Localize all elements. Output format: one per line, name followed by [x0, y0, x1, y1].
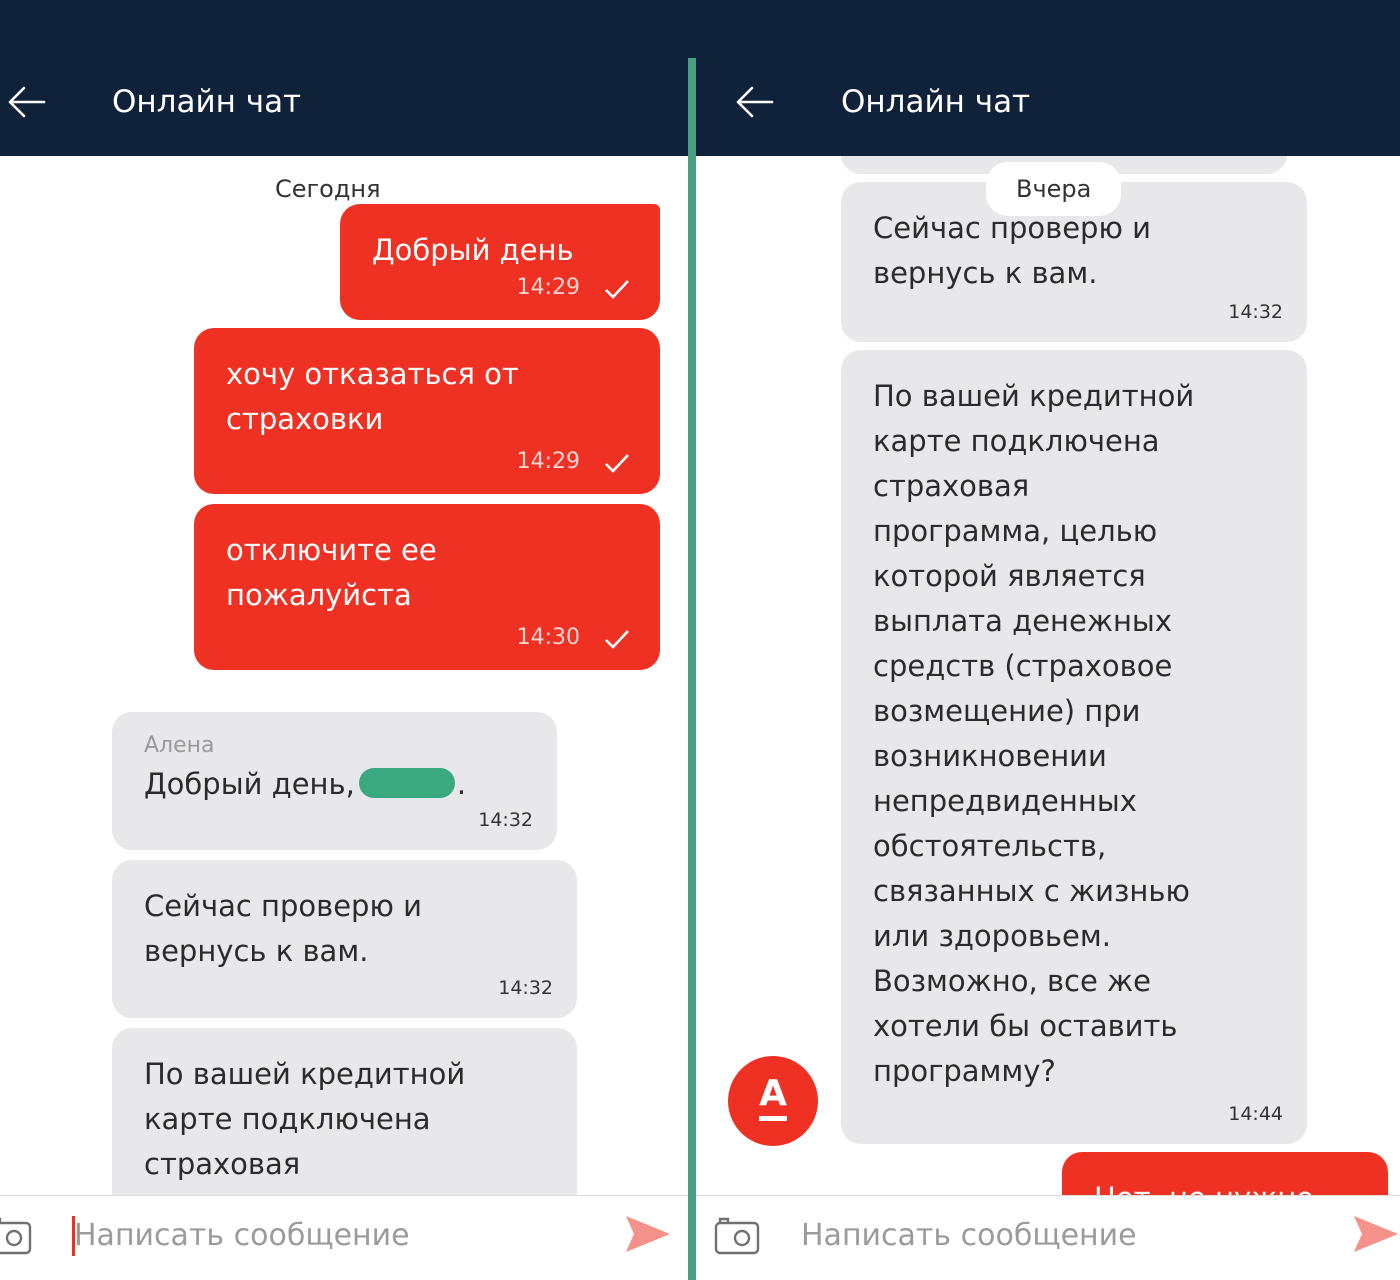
outgoing-message[interactable]: Нет, не нужно: [1062, 1152, 1388, 1196]
panel-divider: [688, 58, 696, 1280]
message-text: отключите ее пожалуйста: [226, 533, 437, 612]
right-chat-screen: Онлайн чат Вчера Сейчас проверю и вернус…: [696, 0, 1400, 1280]
check-icon: [605, 454, 629, 473]
message-text: По вашей кредитной карте подключена стра…: [144, 1057, 466, 1196]
date-label: Сегодня: [275, 175, 381, 203]
incoming-message[interactable]: Алена Добрый день,. 14:32: [112, 712, 557, 850]
message-text: хочу отказаться от страховки: [226, 357, 519, 436]
message-author: Алена: [144, 733, 215, 758]
message-time: 14:29: [516, 275, 580, 300]
message-time: 14:44: [1228, 1103, 1283, 1125]
back-arrow-icon[interactable]: [734, 82, 774, 122]
outgoing-message[interactable]: хочу отказаться от страховки 14:29: [194, 328, 660, 494]
message-text: Сейчас проверю и вернусь к вам.: [144, 889, 422, 968]
outgoing-message[interactable]: Добрый день 14:29: [340, 204, 660, 320]
message-time: 14:32: [1228, 301, 1283, 323]
message-time: 14:30: [516, 625, 580, 650]
message-input[interactable]: Написать сообщение: [801, 1216, 1137, 1256]
message-time: 14:32: [498, 977, 553, 999]
left-chat-screen: Онлайн чат Сегодня Добрый день 14:29 хоч…: [0, 0, 688, 1280]
outgoing-message[interactable]: отключите ее пожалуйста 14:30: [194, 504, 660, 670]
avatar-bar: [759, 1116, 787, 1121]
message-composer: Написать сообщение: [0, 1195, 688, 1280]
message-text: Добрый день,.: [144, 762, 529, 807]
incoming-message[interactable]: По вашей кредитной карте подключена стра…: [112, 1028, 577, 1196]
incoming-message[interactable]: Сейчас проверю и вернусь к вам. 14:32: [112, 860, 577, 1018]
camera-icon[interactable]: [714, 1215, 760, 1255]
message-time: 14:32: [478, 809, 533, 831]
check-icon: [605, 630, 629, 649]
message-text-part: Добрый день,: [144, 767, 355, 801]
page-title: Онлайн чат: [841, 84, 1031, 120]
message-list[interactable]: Вчера Сейчас проверю и вернусь к вам. 14…: [696, 156, 1400, 1196]
back-arrow-icon[interactable]: [6, 82, 46, 122]
check-icon: [605, 280, 629, 299]
avatar-letter: А: [759, 1073, 787, 1114]
send-icon[interactable]: [1352, 1210, 1400, 1258]
alfa-bank-logo-icon: А: [728, 1056, 818, 1146]
message-text: Нет, не нужно: [1094, 1176, 1360, 1196]
message-composer: Написать сообщение: [696, 1195, 1400, 1280]
page-title: Онлайн чат: [112, 84, 302, 120]
message-input[interactable]: Написать сообщение: [74, 1216, 410, 1256]
incoming-message[interactable]: По вашей кредитной карте подключена стра…: [841, 350, 1307, 1144]
date-label: Вчера: [986, 162, 1122, 216]
message-text: Сейчас проверю и вернусь к вам.: [873, 211, 1151, 290]
message-text: По вашей кредитной карте подключена стра…: [873, 379, 1195, 1088]
message-text-suffix: .: [456, 767, 467, 801]
message-text: Добрый день: [372, 233, 574, 267]
send-icon[interactable]: [624, 1210, 672, 1258]
camera-icon[interactable]: [0, 1215, 32, 1255]
message-time: 14:29: [516, 449, 580, 474]
redacted-name: [358, 768, 455, 798]
message-list[interactable]: Сегодня Добрый день 14:29 хочу отказатьс…: [0, 156, 688, 1196]
